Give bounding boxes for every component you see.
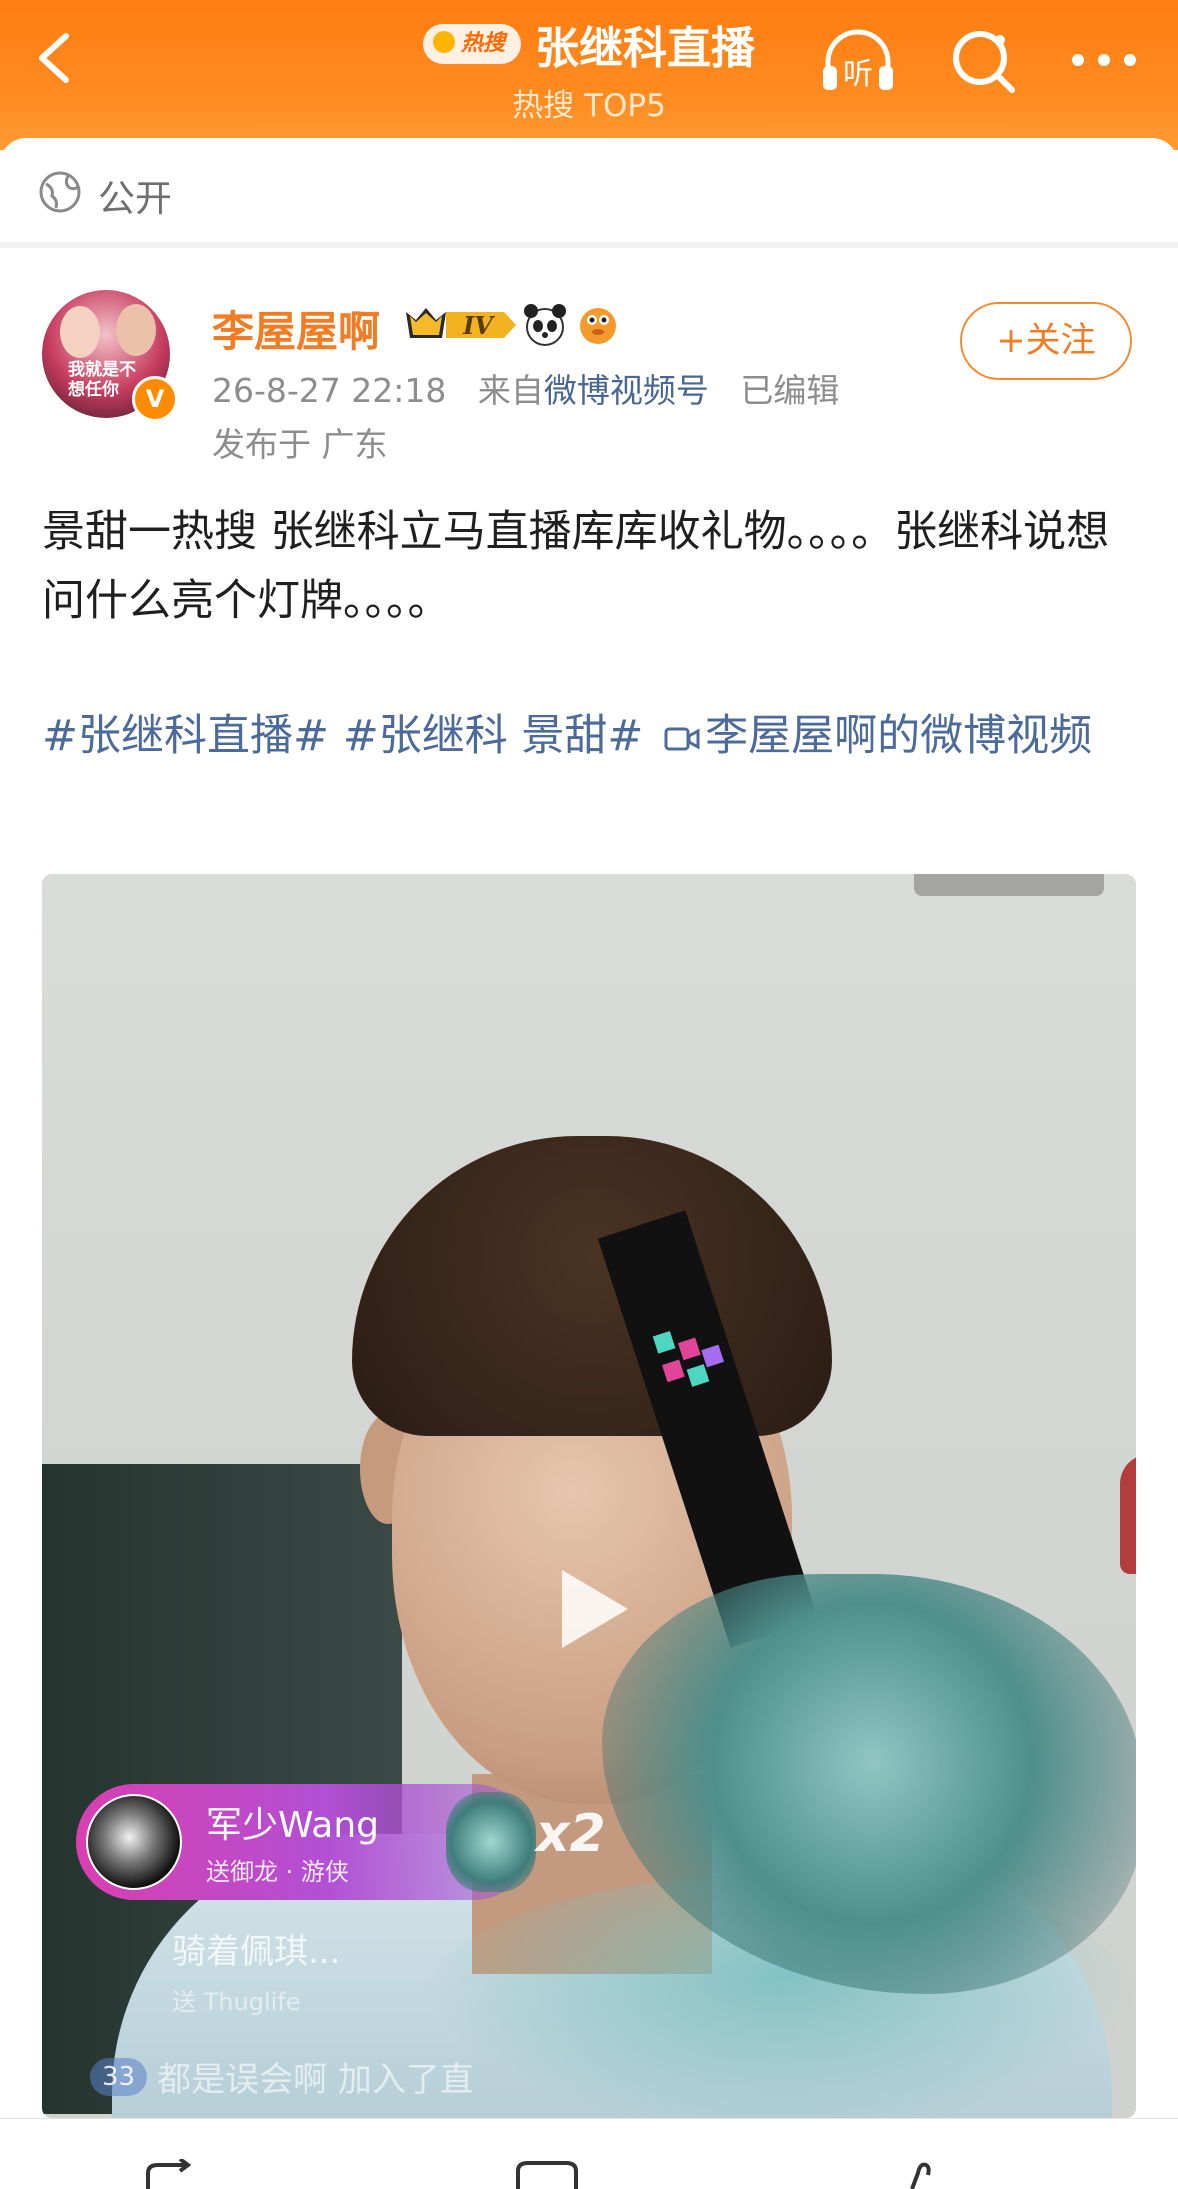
visibility-label: 公开 [98,177,172,220]
gift-description: 送御龙 · 游侠 [206,1858,349,1886]
fans-level-badge: 33 [90,2057,148,2096]
video-overlay-chip [914,874,1104,896]
topic-link[interactable]: #张继科直播# [42,711,329,761]
post-timestamp: 26-8-27 22:18 [212,371,447,410]
gift-dragon-icon [446,1792,536,1892]
panda-icon [524,304,566,346]
post-source-link[interactable]: 微博视频号 [544,371,709,410]
gift-count: x2 [536,1804,606,1864]
verified-badge-icon: V [132,376,178,422]
post-body-text: 景甜一热搜 张继科立马直播库库收礼物。。。。张继科说想问什么亮个灯牌。。。。 [42,507,1110,626]
background-vase [1120,1454,1136,1574]
pixel [701,1344,725,1368]
listen-label: 听 [843,57,873,92]
pufferfish-icon [580,308,616,344]
video-player[interactable]: 军少Wang 送御龙 · 游侠 x2 骑着佩琪... 送 Thuglife 33… [42,874,1136,2118]
pixel [652,1330,676,1354]
avatar-face-right [116,304,156,356]
edited-label: 已编辑 [740,371,840,410]
hot-search-icon [432,31,455,53]
share-icon[interactable] [140,2159,210,2189]
gift-notification: 军少Wang 送御龙 · 游侠 [76,1784,536,1900]
section-divider [0,242,1178,248]
avatar-face-left [60,306,100,358]
gifter-name: 军少Wang [206,1805,380,1846]
topic-link[interactable]: #张继科 景甜# [343,711,644,761]
pixel [686,1364,710,1387]
level-label: IV [462,311,495,340]
crown-level-badge-icon: IV [406,308,516,340]
live-comment-row: 33 都是误会啊 加入了直 [90,2052,474,2102]
post-location: 发布于 广东 [212,425,388,464]
like-thumb-icon[interactable] [882,2159,952,2189]
live-comment: 都是误会啊 加入了直 [157,2060,474,2100]
visibility-row: 公开 [0,138,1178,243]
post-topics: #张继科直播# #张继科 景甜# 李屋屋啊的微博视频 [42,702,1142,771]
person-hair [352,1136,832,1436]
page-title: 张继科直播 [535,23,755,74]
live-comment: 骑着佩琪... [172,1932,341,1972]
pixel [677,1337,701,1361]
headphones-listen-icon[interactable]: 听 [818,22,898,98]
more-options-icon[interactable] [1064,22,1144,98]
author-name[interactable]: 李屋屋啊 [212,298,380,359]
globe-icon [39,171,81,213]
pixel [661,1359,685,1383]
video-camera-icon [664,727,700,750]
video-link[interactable]: 李屋屋啊的微博视频 [705,711,1092,761]
live-comment-sub: 送 Thuglife [172,1988,301,2016]
top-navigation-bar: 热搜 张继科直播 热搜 TOP5 听 [0,0,1178,150]
post-meta: 26-8-27 22:18 来自微博视频号 已编辑 [212,364,839,412]
comment-icon[interactable] [512,2159,582,2189]
source-prefix: 来自 [477,371,544,410]
gifter-avatar [86,1794,182,1890]
follow-button[interactable]: +关注 [960,302,1132,380]
play-icon[interactable] [554,1564,634,1654]
hot-search-badge: 热搜 [422,24,521,64]
hot-badge-label: 热搜 [460,31,505,56]
search-icon[interactable] [944,22,1024,98]
bottom-action-bar [0,2118,1178,2189]
